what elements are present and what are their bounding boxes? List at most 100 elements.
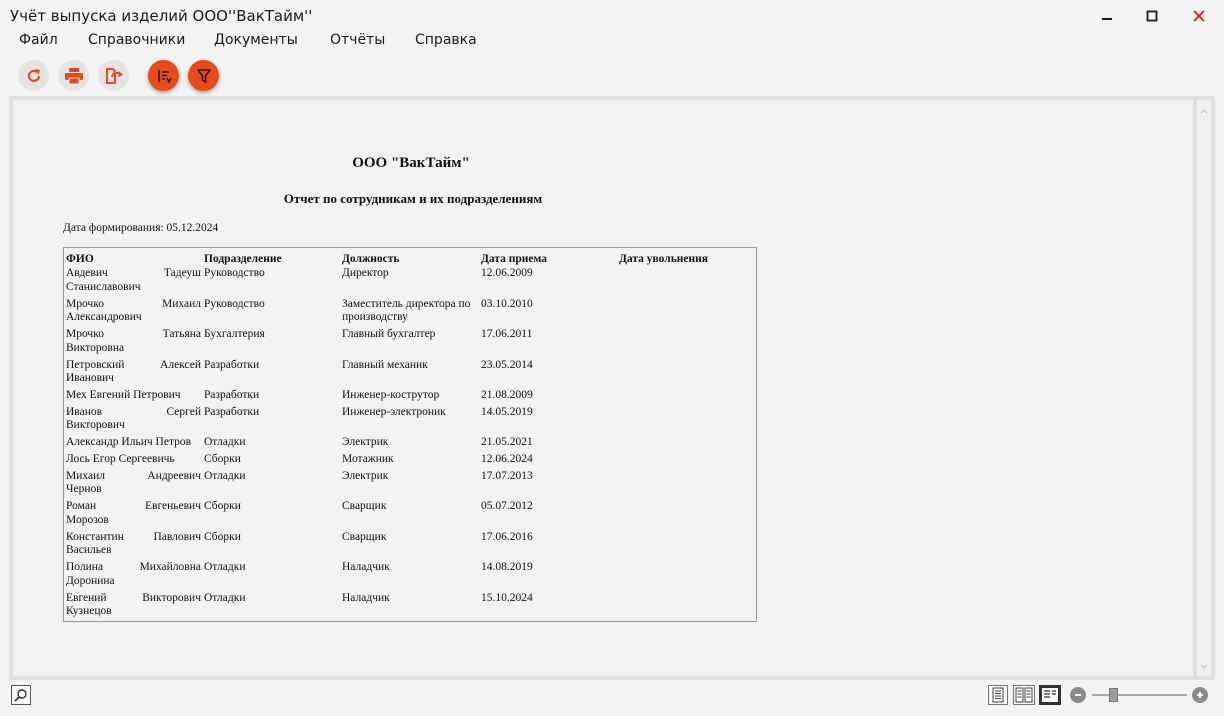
sort-button[interactable] xyxy=(148,60,179,91)
zoom-slider-thumb[interactable] xyxy=(1109,688,1119,702)
vertical-scrollbar[interactable] xyxy=(1197,100,1211,676)
column-header: ФИО xyxy=(66,253,94,265)
fio-cell: Татьяна xyxy=(162,328,201,340)
position-cell: Директор xyxy=(342,267,389,279)
hire-date-cell: 14.05.2019 xyxy=(481,405,533,418)
fio-cell: Морозов xyxy=(66,513,109,526)
fio-cell: Лось Егор Сергеевичь xyxy=(66,453,175,466)
print-icon xyxy=(64,67,83,84)
hire-date-cell: 17.07.2013 xyxy=(481,469,533,482)
position-cell: Главный бухгалтер xyxy=(342,328,436,340)
department-cell: Отладки xyxy=(204,469,246,482)
status-bar xyxy=(0,682,1224,716)
position-cell: Сварщик xyxy=(342,500,387,513)
hire-date-cell: 23.05.2014 xyxy=(481,358,533,371)
hire-date-cell: 03.10.2010 xyxy=(481,297,533,310)
report-company: ООО "ВакТайм" xyxy=(352,155,470,171)
close-icon xyxy=(1193,10,1205,22)
menu-documents[interactable]: Документы xyxy=(214,32,298,48)
column-header: Дата приема xyxy=(481,253,548,265)
zoom-out-button[interactable] xyxy=(1070,687,1086,703)
search-button[interactable] xyxy=(11,685,31,705)
zoom-in-icon xyxy=(1197,692,1203,698)
fio-cell: Алексей xyxy=(160,358,201,371)
report-viewer: ООО "ВакТайм" Отчет по сотрудникам и их … xyxy=(9,96,1215,680)
refresh-button[interactable] xyxy=(18,60,49,91)
title-bar: Учёт выпуска изделий ООО''ВакТайм'' xyxy=(0,0,1224,30)
department-cell: Бухгалтерия xyxy=(204,328,265,340)
two-page-icon xyxy=(1015,687,1033,703)
menu-file[interactable]: Файл xyxy=(19,32,58,48)
column-header: Дата увольнения xyxy=(619,253,708,265)
single-page-button[interactable] xyxy=(988,685,1008,705)
department-cell: Сборки xyxy=(204,453,241,466)
export-button[interactable] xyxy=(98,60,129,91)
position-cell: Инженер-кострутор xyxy=(342,389,440,401)
toolbar xyxy=(0,56,1224,96)
position-cell: Электрик xyxy=(342,469,389,482)
position-cell: Главный механик xyxy=(342,358,428,371)
fio-cell: Александр Ильич Петров xyxy=(66,436,192,449)
fio-cell: Мех Евгений Петрович xyxy=(66,389,181,401)
zoom-in-button[interactable] xyxy=(1192,687,1208,703)
maximize-icon xyxy=(1146,10,1158,22)
hire-date-cell: 05.07.2012 xyxy=(481,500,533,513)
fio-cell: Чернов xyxy=(66,483,102,496)
close-button[interactable] xyxy=(1184,4,1214,28)
fio-cell: Евгеньевич xyxy=(145,500,201,513)
report-date: Дата формирования: 05.12.2024 xyxy=(63,222,219,234)
scroll-down-icon[interactable] xyxy=(1199,660,1209,672)
sort-icon xyxy=(157,69,172,84)
department-cell: Сборки xyxy=(204,530,241,543)
menu-bar: Файл Справочники Документы Отчёты Справк… xyxy=(0,30,1224,52)
export-icon xyxy=(105,67,123,84)
menu-directories[interactable]: Справочники xyxy=(88,32,185,48)
fio-cell: Павлович xyxy=(153,530,201,543)
print-button[interactable] xyxy=(58,60,89,91)
fio-cell: Андреевич xyxy=(147,469,201,482)
minimize-button[interactable] xyxy=(1092,4,1122,28)
department-cell: Сборки xyxy=(204,500,241,513)
hire-date-cell: 14.08.2019 xyxy=(481,561,533,574)
fio-cell: Викторович xyxy=(66,419,125,432)
fio-cell: Иванович xyxy=(66,372,114,384)
scroll-up-icon[interactable] xyxy=(1199,106,1209,118)
position-cell: Наладчик xyxy=(342,591,390,604)
position-cell: Сварщик xyxy=(342,530,387,543)
fio-cell: Викторовна xyxy=(66,341,125,354)
window-title: Учёт выпуска изделий ООО''ВакТайм'' xyxy=(10,7,313,25)
maximize-button[interactable] xyxy=(1137,4,1167,28)
hire-date-cell: 21.05.2021 xyxy=(481,436,533,449)
fio-cell: Станиславович xyxy=(66,280,141,293)
department-cell: Отладки xyxy=(204,591,246,604)
filter-button[interactable] xyxy=(188,60,219,91)
fio-cell: Михайловна xyxy=(139,561,201,574)
department-cell: Руководство xyxy=(204,267,265,279)
column-header: Подразделение xyxy=(204,253,282,265)
report-table: ФИО Подразделение Должность Дата приема … xyxy=(63,247,757,622)
single-page-icon xyxy=(992,687,1004,703)
fio-cell: Васильев xyxy=(66,544,112,557)
position-cell: производству xyxy=(342,311,408,323)
page-width-button[interactable] xyxy=(1039,685,1061,705)
fio-cell: Тадеуш xyxy=(163,267,201,279)
minimize-icon xyxy=(1102,18,1112,20)
report-page: ООО "ВакТайм" Отчет по сотрудникам и их … xyxy=(13,100,1193,676)
menu-help[interactable]: Справка xyxy=(415,32,477,48)
department-cell: Отладки xyxy=(204,436,246,449)
fio-cell: Кузнецов xyxy=(66,605,112,618)
department-cell: Отладки xyxy=(204,561,246,574)
menu-reports[interactable]: Отчёты xyxy=(330,32,385,48)
department-cell: Разработки xyxy=(204,405,260,418)
hire-date-cell: 21.08.2009 xyxy=(481,389,533,401)
position-cell: Наладчик xyxy=(342,561,390,574)
column-header: Должность xyxy=(342,253,400,265)
position-cell: Мотажник xyxy=(342,453,394,466)
position-cell: Электрик xyxy=(342,436,389,449)
refresh-icon xyxy=(27,68,40,82)
fio-cell: Доронина xyxy=(66,574,115,587)
two-page-button[interactable] xyxy=(1013,685,1035,705)
zoom-slider[interactable] xyxy=(1092,688,1187,702)
page-width-icon xyxy=(1042,688,1058,702)
search-icon xyxy=(14,689,27,702)
